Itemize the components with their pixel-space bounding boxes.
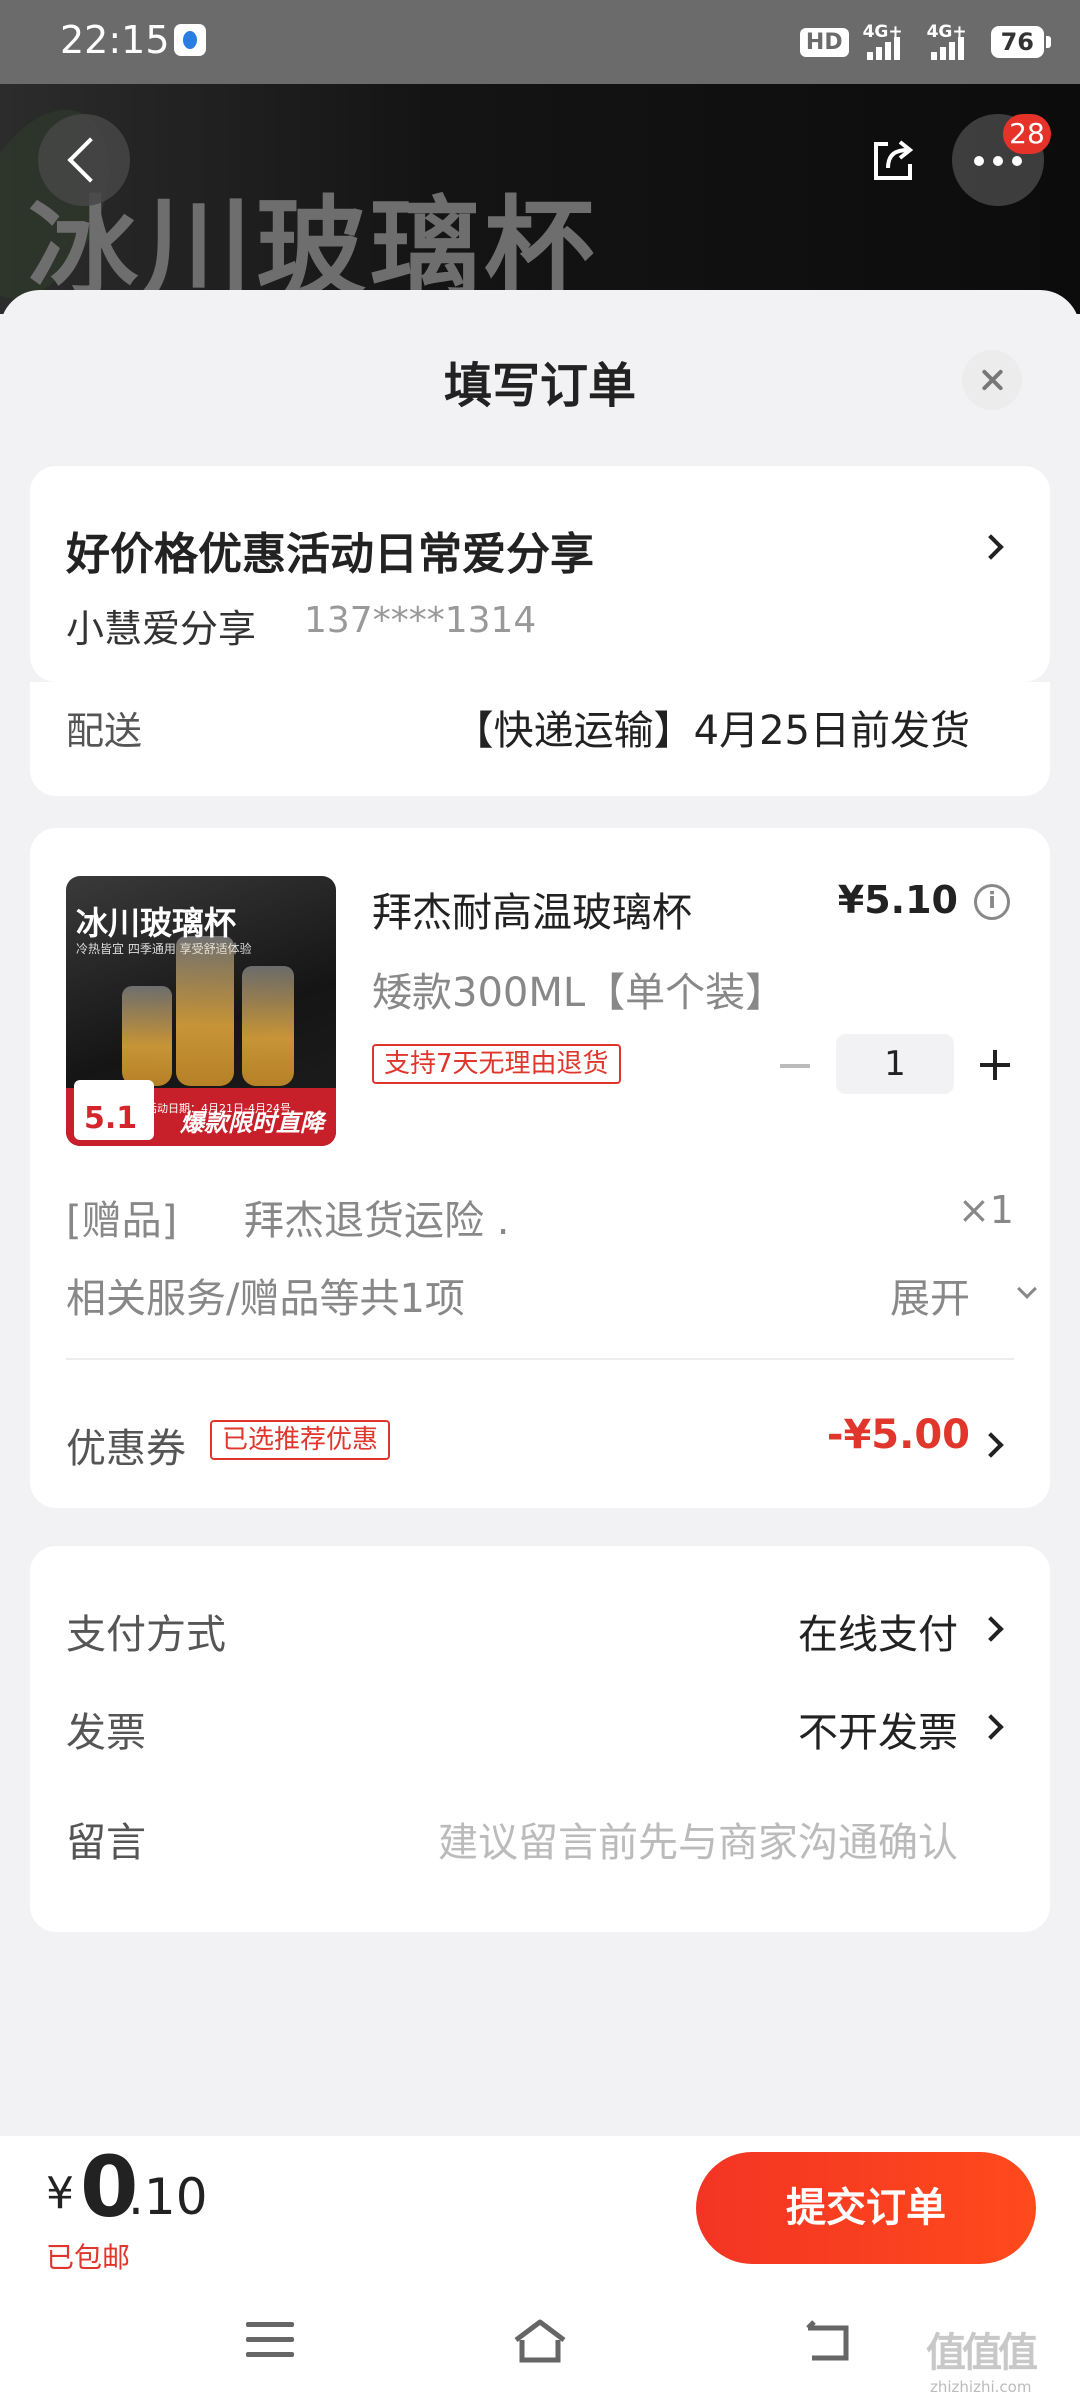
- glass-image: [242, 966, 294, 1086]
- chevron-down-icon: [1017, 1279, 1037, 1299]
- signal-icon: 4G+: [863, 22, 913, 60]
- product-name: 拜杰耐高温玻璃杯: [372, 890, 692, 936]
- invoice-label: 发票: [66, 1710, 146, 1756]
- payment-method-label: 支付方式: [66, 1612, 226, 1658]
- sheet-title: 填写订单: [443, 358, 636, 414]
- product-price: ¥5.10: [837, 878, 958, 922]
- divider: [66, 1358, 1014, 1360]
- app-notification-icon: [174, 24, 206, 56]
- product-card: 冰川玻璃杯 冷热皆宜 四季通用 享受舒适体验 到手价 5.1 活动日期：4月21…: [30, 828, 1050, 1508]
- address-name: 好价格优惠活动日常爱分享: [66, 529, 594, 580]
- share-button[interactable]: [846, 114, 938, 206]
- payment-card: 支付方式 在线支付 发票 不开发票 留言 建议留言前先与商家沟通确认: [30, 1546, 1050, 1932]
- gift-label: [赠品]: [66, 1198, 178, 1244]
- chevron-right-icon: [978, 1714, 1004, 1740]
- quantity-decrease-button[interactable]: [780, 1064, 810, 1068]
- status-icons: HD 4G+ 4G+ 76: [799, 22, 1052, 62]
- chevron-right-icon: [978, 1432, 1004, 1458]
- return-policy-tag: 支持7天无理由退货: [372, 1044, 621, 1084]
- coupon-label: 优惠券: [66, 1426, 186, 1472]
- shipping-row: 配送 【快递运输】4月25日前发货: [30, 682, 1050, 796]
- system-back-button[interactable]: [802, 2320, 852, 2364]
- product-spec[interactable]: 矮款300ML【单个装】: [372, 960, 785, 1018]
- services-expand-button[interactable]: 展开: [890, 1266, 970, 1324]
- recipient-name: 小慧爱分享: [66, 607, 257, 651]
- status-bar: 22:15 HD 4G+ 4G+ 76: [0, 0, 1080, 84]
- chevron-right-icon: [978, 534, 1004, 560]
- message-input[interactable]: 建议留言前先与商家沟通确认: [438, 1810, 958, 1868]
- product-thumbnail[interactable]: 冰川玻璃杯 冷热皆宜 四季通用 享受舒适体验 到手价 5.1 活动日期：4月21…: [66, 876, 336, 1146]
- address-card[interactable]: 好价格优惠活动日常爱分享 小慧爱分享 137****1314: [30, 466, 1050, 682]
- recipient-phone: 137****1314: [304, 600, 537, 641]
- chevron-right-icon: [978, 1616, 1004, 1642]
- shipping-value: 【快递运输】4月25日前发货: [453, 708, 970, 754]
- watermark-url: zhizhizhi.com: [930, 2378, 1032, 2396]
- back-icon: [806, 2320, 849, 2361]
- home-icon: [514, 2319, 566, 2363]
- thumb-slogan: 爆款限时直降: [180, 1109, 324, 1137]
- quantity-increase-button[interactable]: [980, 1050, 1010, 1080]
- glass-image: [122, 986, 172, 1086]
- battery-icon: 76: [990, 26, 1052, 58]
- payment-method-value[interactable]: 在线支付: [798, 1602, 958, 1660]
- close-button[interactable]: [962, 350, 1022, 410]
- invoice-value[interactable]: 不开发票: [798, 1700, 958, 1758]
- coupon-value[interactable]: -¥5.00: [827, 1412, 970, 1458]
- product-hero-image: 冰川玻璃杯: [0, 84, 1080, 314]
- share-icon: [874, 140, 914, 180]
- message-label: 留言: [66, 1820, 146, 1866]
- quantity-input[interactable]: 1: [836, 1034, 954, 1094]
- glass-image: [176, 936, 234, 1086]
- currency-symbol: ¥: [46, 2168, 74, 2219]
- back-button[interactable]: [38, 114, 130, 206]
- home-button[interactable]: [510, 2316, 570, 2366]
- gift-quantity: ×1: [957, 1188, 1014, 1232]
- submit-order-button[interactable]: 提交订单: [696, 2152, 1036, 2264]
- services-summary: 相关服务/赠品等共1项: [66, 1276, 465, 1322]
- thumb-price-value: 5.1: [84, 1101, 138, 1136]
- watermark: 值值值: [926, 2330, 1038, 2376]
- order-sheet: 填写订单 好价格优惠活动日常爱分享 小慧爱分享 137****1314 配送 【…: [0, 290, 1080, 2136]
- gift-name: 拜杰退货运险 .: [244, 1198, 510, 1244]
- total-price-decimal: .10: [128, 2168, 208, 2226]
- hero-product-title: 冰川玻璃杯: [28, 185, 598, 313]
- shipping-label: 配送: [66, 709, 143, 753]
- recent-apps-button[interactable]: [246, 2322, 294, 2358]
- message-count-badge: 28: [1003, 114, 1051, 154]
- status-time: 22:15: [60, 18, 170, 62]
- info-icon[interactable]: i: [974, 884, 1010, 920]
- signal-icon-2: 4G+: [927, 22, 977, 60]
- free-shipping-label: 已包邮: [46, 2241, 131, 2274]
- coupon-tag: 已选推荐优惠: [210, 1420, 391, 1460]
- hd-voice-icon: HD: [799, 27, 849, 57]
